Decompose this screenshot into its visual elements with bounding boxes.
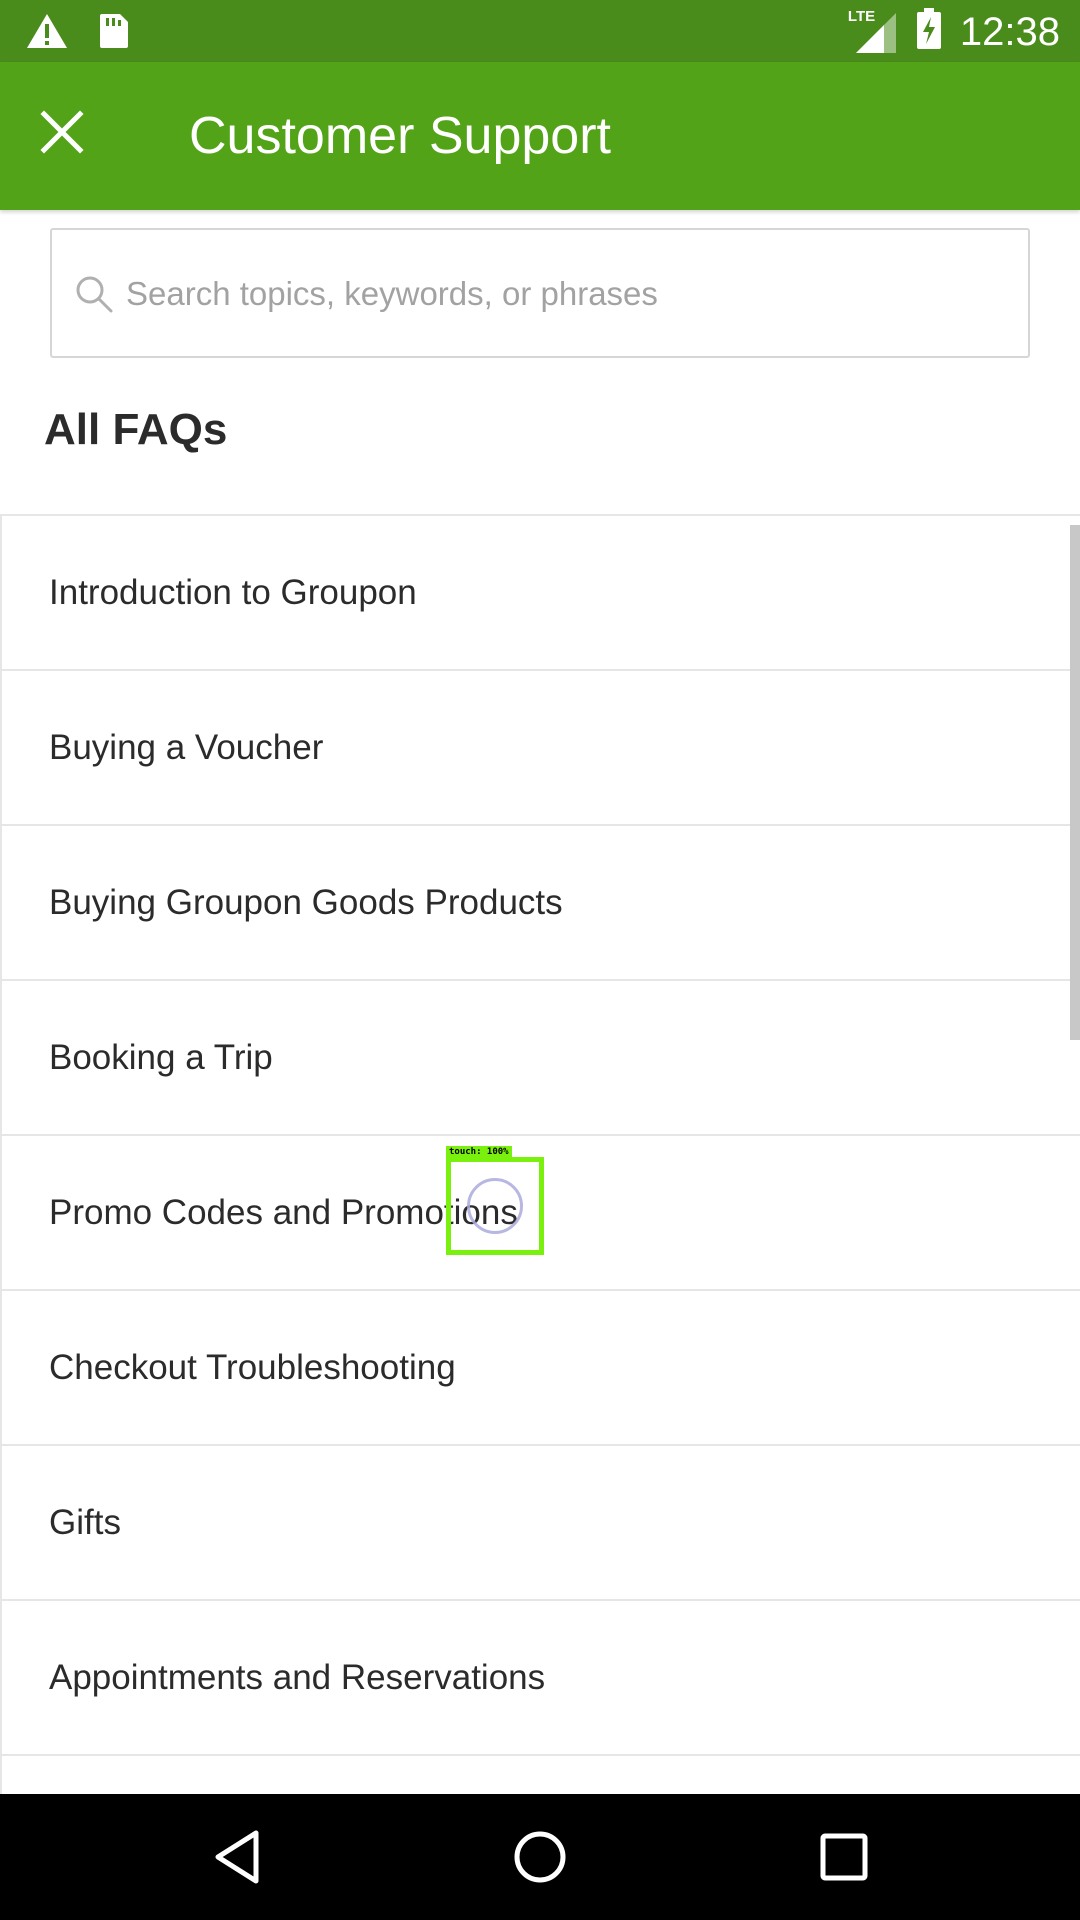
faq-item-appointments-and-reservations[interactable]: Appointments and Reservations <box>2 1601 1080 1756</box>
back-icon <box>206 1830 270 1893</box>
touch-indicator-circle <box>467 1178 523 1234</box>
back-button[interactable] <box>206 1825 270 1889</box>
faq-item-label: Gifts <box>49 1502 121 1542</box>
faq-item-buying-groupon-goods-products[interactable]: Buying Groupon Goods Products <box>2 826 1080 981</box>
home-button[interactable] <box>508 1825 572 1889</box>
faq-item-label: Introduction to Groupon <box>49 572 417 612</box>
faq-item-introduction-to-groupon[interactable]: Introduction to Groupon <box>2 516 1080 671</box>
sd-card-icon <box>98 12 130 55</box>
close-icon <box>36 110 88 162</box>
status-bar: LTE 12:38 <box>0 0 1080 62</box>
faq-list[interactable]: Introduction to Groupon Buying a Voucher… <box>0 514 1080 1794</box>
faq-item-checkout-troubleshooting[interactable]: Checkout Troubleshooting <box>2 1291 1080 1446</box>
faq-item-booking-a-trip[interactable]: Booking a Trip <box>2 981 1080 1136</box>
faq-item-buying-a-voucher[interactable]: Buying a Voucher <box>2 671 1080 826</box>
status-time: 12:38 <box>959 9 1060 54</box>
recents-icon <box>812 1833 876 1893</box>
search-box[interactable] <box>50 228 1030 358</box>
close-button[interactable] <box>36 106 88 158</box>
warning-icon <box>26 13 68 54</box>
nav-bar <box>0 1794 1080 1920</box>
battery-charging-icon <box>916 8 942 55</box>
faq-item-label: Booking a Trip <box>49 1037 273 1077</box>
scrollbar[interactable] <box>1070 525 1080 1040</box>
app-bar: Customer Support <box>0 62 1080 210</box>
search-input[interactable] <box>124 250 1008 338</box>
faq-item-label: Checkout Troubleshooting <box>49 1347 456 1387</box>
section-title: All FAQs <box>44 405 228 454</box>
page-title: Customer Support <box>189 107 611 165</box>
recents-button[interactable] <box>812 1825 876 1889</box>
faq-item-label: Appointments and Reservations <box>49 1657 546 1697</box>
faq-item-label: Buying Groupon Goods Products <box>49 882 563 922</box>
faq-item-label: Buying a Voucher <box>49 727 324 767</box>
home-icon <box>508 1831 572 1893</box>
search-icon <box>74 274 114 319</box>
faq-item-partial[interactable] <box>2 1756 1080 1794</box>
faq-item-gifts[interactable]: Gifts <box>2 1446 1080 1601</box>
signal-icon: LTE <box>847 7 898 55</box>
network-type-label: LTE <box>847 7 876 25</box>
